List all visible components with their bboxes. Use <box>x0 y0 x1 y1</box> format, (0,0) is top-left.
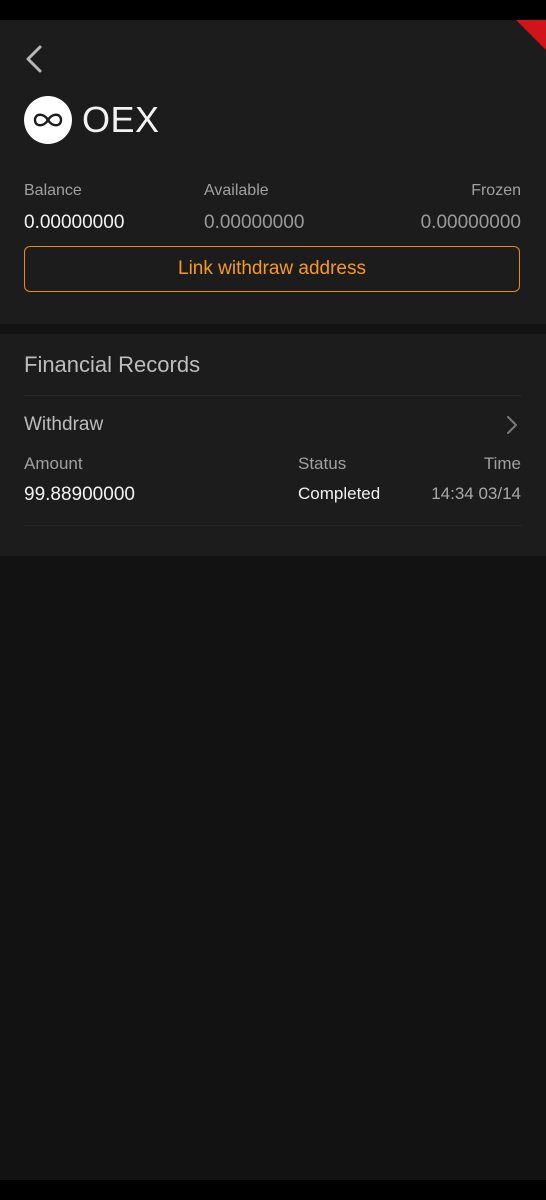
frozen-value: 0.00000000 <box>420 212 521 233</box>
time-value: 14:34 03/14 <box>431 484 521 503</box>
amount-label: Amount <box>24 454 83 473</box>
available-column: Available 0.00000000 <box>204 182 304 234</box>
amount-value: 99.88900000 <box>24 484 135 505</box>
infinity-icon <box>33 113 63 127</box>
chevron-right-icon <box>507 416 517 434</box>
section-title: Financial Records <box>24 352 201 377</box>
divider <box>24 395 522 396</box>
record-type: Withdraw <box>24 414 104 435</box>
coin-header: OEX <box>24 96 160 144</box>
balance-value: 0.00000000 <box>24 212 125 233</box>
financial-records-card: Financial Records Withdraw Amount Status… <box>0 334 546 556</box>
coin-name: OEX <box>82 99 160 140</box>
time-label: Time <box>483 454 521 473</box>
asset-summary-card: OEX Balance 0.00000000 Available 0.00000… <box>0 20 546 324</box>
frozen-label: Frozen <box>471 182 521 199</box>
status-bar <box>0 0 546 20</box>
section-divider <box>0 324 546 334</box>
available-label: Available <box>204 182 269 199</box>
link-withdraw-address-button[interactable]: Link withdraw address <box>24 246 520 292</box>
balance-label: Balance <box>24 182 82 199</box>
available-value: 0.00000000 <box>204 212 305 233</box>
coin-logo <box>24 96 72 144</box>
divider <box>24 525 522 526</box>
status-value: Completed <box>298 484 381 503</box>
record-detail-button[interactable] <box>504 414 520 436</box>
frozen-column: Frozen 0.00000000 <box>421 182 521 234</box>
status-label: Status <box>298 454 347 473</box>
chevron-left-icon <box>26 45 42 73</box>
corner-flag <box>516 20 546 50</box>
back-button[interactable] <box>18 42 50 76</box>
navigation-bar <box>0 1180 546 1200</box>
balance-column: Balance 0.00000000 <box>24 182 124 234</box>
